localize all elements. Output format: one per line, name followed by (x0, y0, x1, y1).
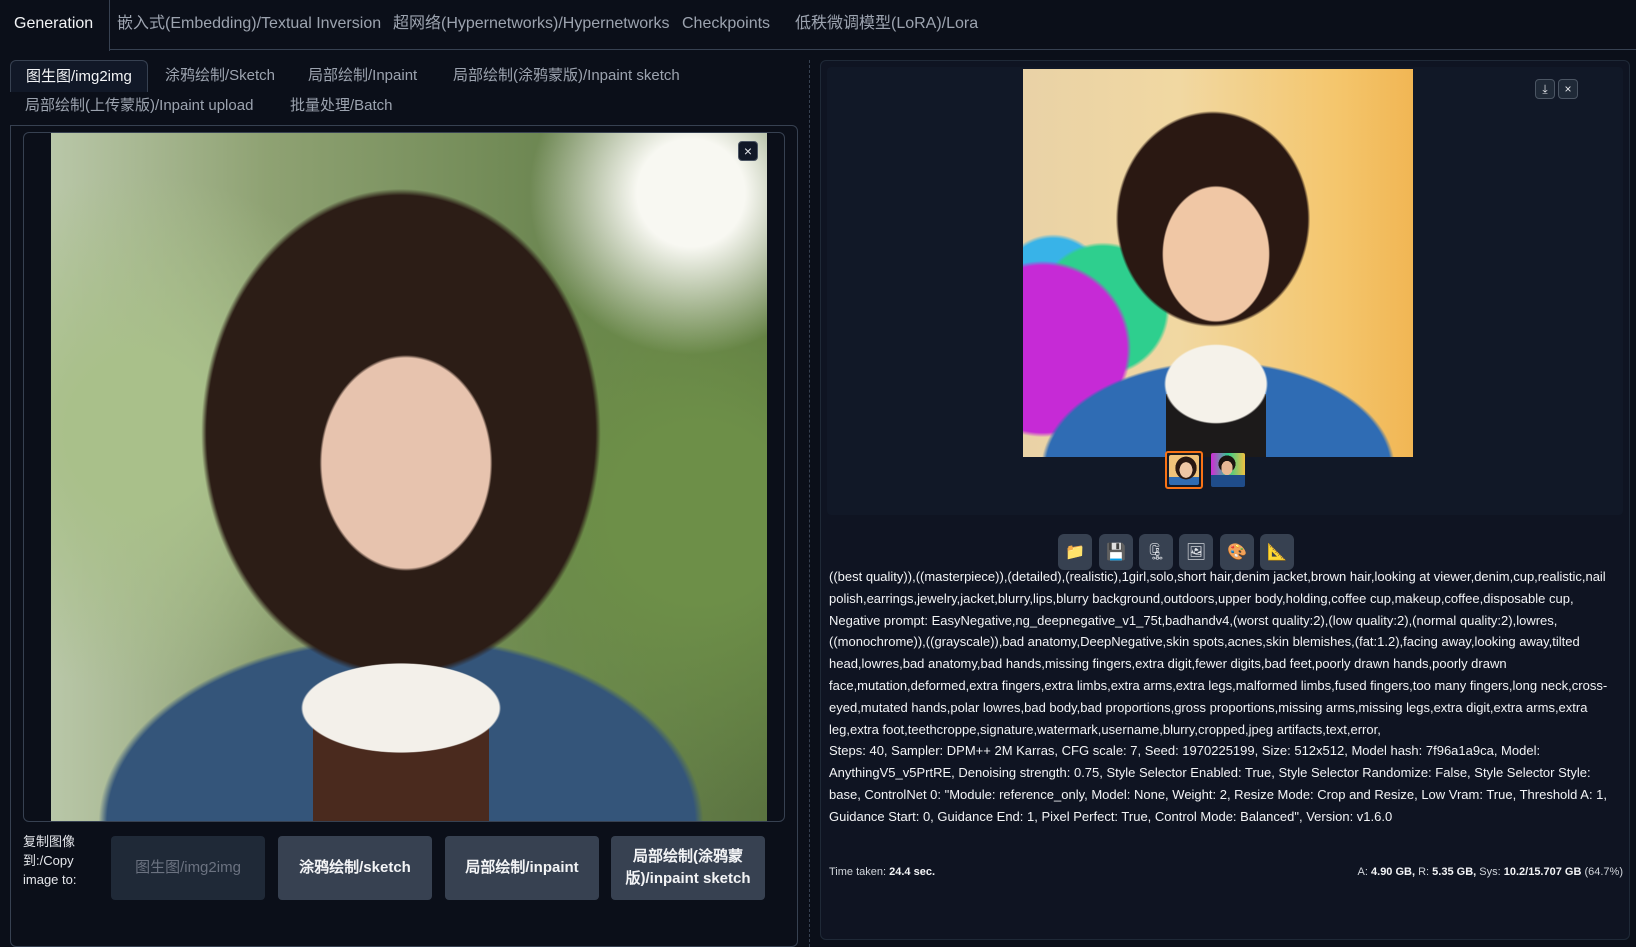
triangle-ruler-icon: 📐 (1267, 544, 1287, 561)
mem-a-value: 4.90 GB, (1371, 866, 1416, 878)
save-button[interactable]: 💾 (1099, 534, 1133, 570)
copy-to-inpaint-sketch-button[interactable]: 局部绘制(涂鸦蒙版)/inpaint sketch (611, 836, 765, 900)
send-to-extras-button[interactable]: 📐 (1260, 534, 1294, 570)
img2img-panel: × 复制图像到:/Copy image to: 图生图/img2img 涂鸦绘制… (10, 125, 798, 947)
top-tab-bar: Generation 嵌入式(Embedding)/Textual Invers… (0, 0, 1636, 51)
mem-sys-value: 10.2/15.707 GB (1503, 866, 1582, 878)
copy-image-label: 复制图像到:/Copy image to: (23, 834, 77, 887)
download-icon: ⤓ (1542, 82, 1548, 96)
input-image[interactable] (51, 133, 767, 821)
send-to-inpaint-button[interactable]: 🎨 (1220, 534, 1254, 570)
tab-checkpoints[interactable]: Checkpoints (682, 0, 770, 50)
mem-r-label: R: (1418, 866, 1430, 878)
tab-inpaint-sketch[interactable]: 局部绘制(涂鸦蒙版)/Inpaint sketch (453, 60, 680, 92)
send-to-img2img-button[interactable]: 🖼 (1179, 534, 1213, 570)
mem-r-value: 5.35 GB, (1432, 866, 1477, 878)
time-taken-label: Time taken: (829, 866, 887, 878)
column-divider (809, 60, 810, 947)
mem-percent: (64.7%) (1584, 866, 1623, 878)
output-column: ⤓ × 📁 💾 🗜 🖼 🎨 📐 ((best quality)),((maste… (820, 60, 1630, 940)
close-icon: × (743, 143, 753, 159)
mem-sys-label: Sys: (1479, 866, 1501, 878)
performance-footer: Time taken: 24.4 sec. A: 4.90 GB, R: 5.3… (829, 863, 1623, 881)
output-gallery: ⤓ × (827, 67, 1623, 515)
copy-to-sketch-button[interactable]: 涂鸦绘制/sketch (278, 836, 432, 900)
input-image-box[interactable]: × (23, 132, 785, 822)
copy-to-img2img-button[interactable]: 图生图/img2img (111, 836, 265, 900)
tab-lora[interactable]: 低秩微调模型(LoRA)/Lora (795, 0, 978, 50)
prompt-text: ((best quality)),((masterpiece)),(detail… (829, 569, 1606, 606)
generation-info: ((best quality)),((masterpiece)),(detail… (829, 566, 1625, 828)
negative-prompt-text: Negative prompt: EasyNegative,ng_deepneg… (829, 612, 1608, 737)
open-folder-button[interactable]: 📁 (1058, 534, 1092, 570)
tab-generation[interactable]: Generation (0, 0, 111, 51)
picture-icon: 🖼 (1185, 544, 1207, 561)
tab-inpaint-upload[interactable]: 局部绘制(上传蒙版)/Inpaint upload (25, 90, 253, 122)
gallery-thumbnail-1[interactable] (1165, 451, 1203, 489)
memory-usage: A: 4.90 GB, R: 5.35 GB, Sys: 10.2/15.707… (1358, 863, 1623, 881)
generation-params-text: Steps: 40, Sampler: DPM++ 2M Karras, CFG… (829, 743, 1608, 824)
clear-image-button[interactable]: × (738, 141, 758, 161)
tab-hypernetworks[interactable]: 超网络(Hypernetworks)/Hypernetworks (393, 0, 670, 50)
zip-button[interactable]: 🗜 (1139, 534, 1173, 570)
tab-img2img[interactable]: 图生图/img2img (10, 60, 148, 92)
close-gallery-button[interactable]: × (1558, 79, 1578, 99)
tab-batch[interactable]: 批量处理/Batch (290, 90, 393, 122)
copy-to-inpaint-button[interactable]: 局部绘制/inpaint (445, 836, 599, 900)
gallery-thumbnail-2[interactable] (1209, 451, 1247, 489)
palette-icon: 🎨 (1227, 544, 1247, 561)
mem-a-label: A: (1357, 866, 1368, 878)
download-button[interactable]: ⤓ (1535, 79, 1555, 99)
save-icon: 💾 (1106, 544, 1126, 561)
close-icon: × (1564, 82, 1572, 96)
img2img-input-column: 图生图/img2img 涂鸦绘制/Sketch 局部绘制/Inpaint 局部绘… (0, 50, 818, 947)
time-taken-value: 24.4 sec. (889, 866, 935, 878)
tab-embedding[interactable]: 嵌入式(Embedding)/Textual Inversion (117, 0, 381, 50)
img2img-mode-tabs: 图生图/img2img 涂鸦绘制/Sketch 局部绘制/Inpaint 局部绘… (10, 60, 810, 124)
folder-icon: 📁 (1065, 544, 1085, 561)
tab-sketch[interactable]: 涂鸦绘制/Sketch (165, 60, 275, 92)
zip-icon: 🗜 (1145, 544, 1167, 561)
output-image[interactable] (1023, 69, 1413, 457)
tab-inpaint[interactable]: 局部绘制/Inpaint (308, 60, 417, 92)
